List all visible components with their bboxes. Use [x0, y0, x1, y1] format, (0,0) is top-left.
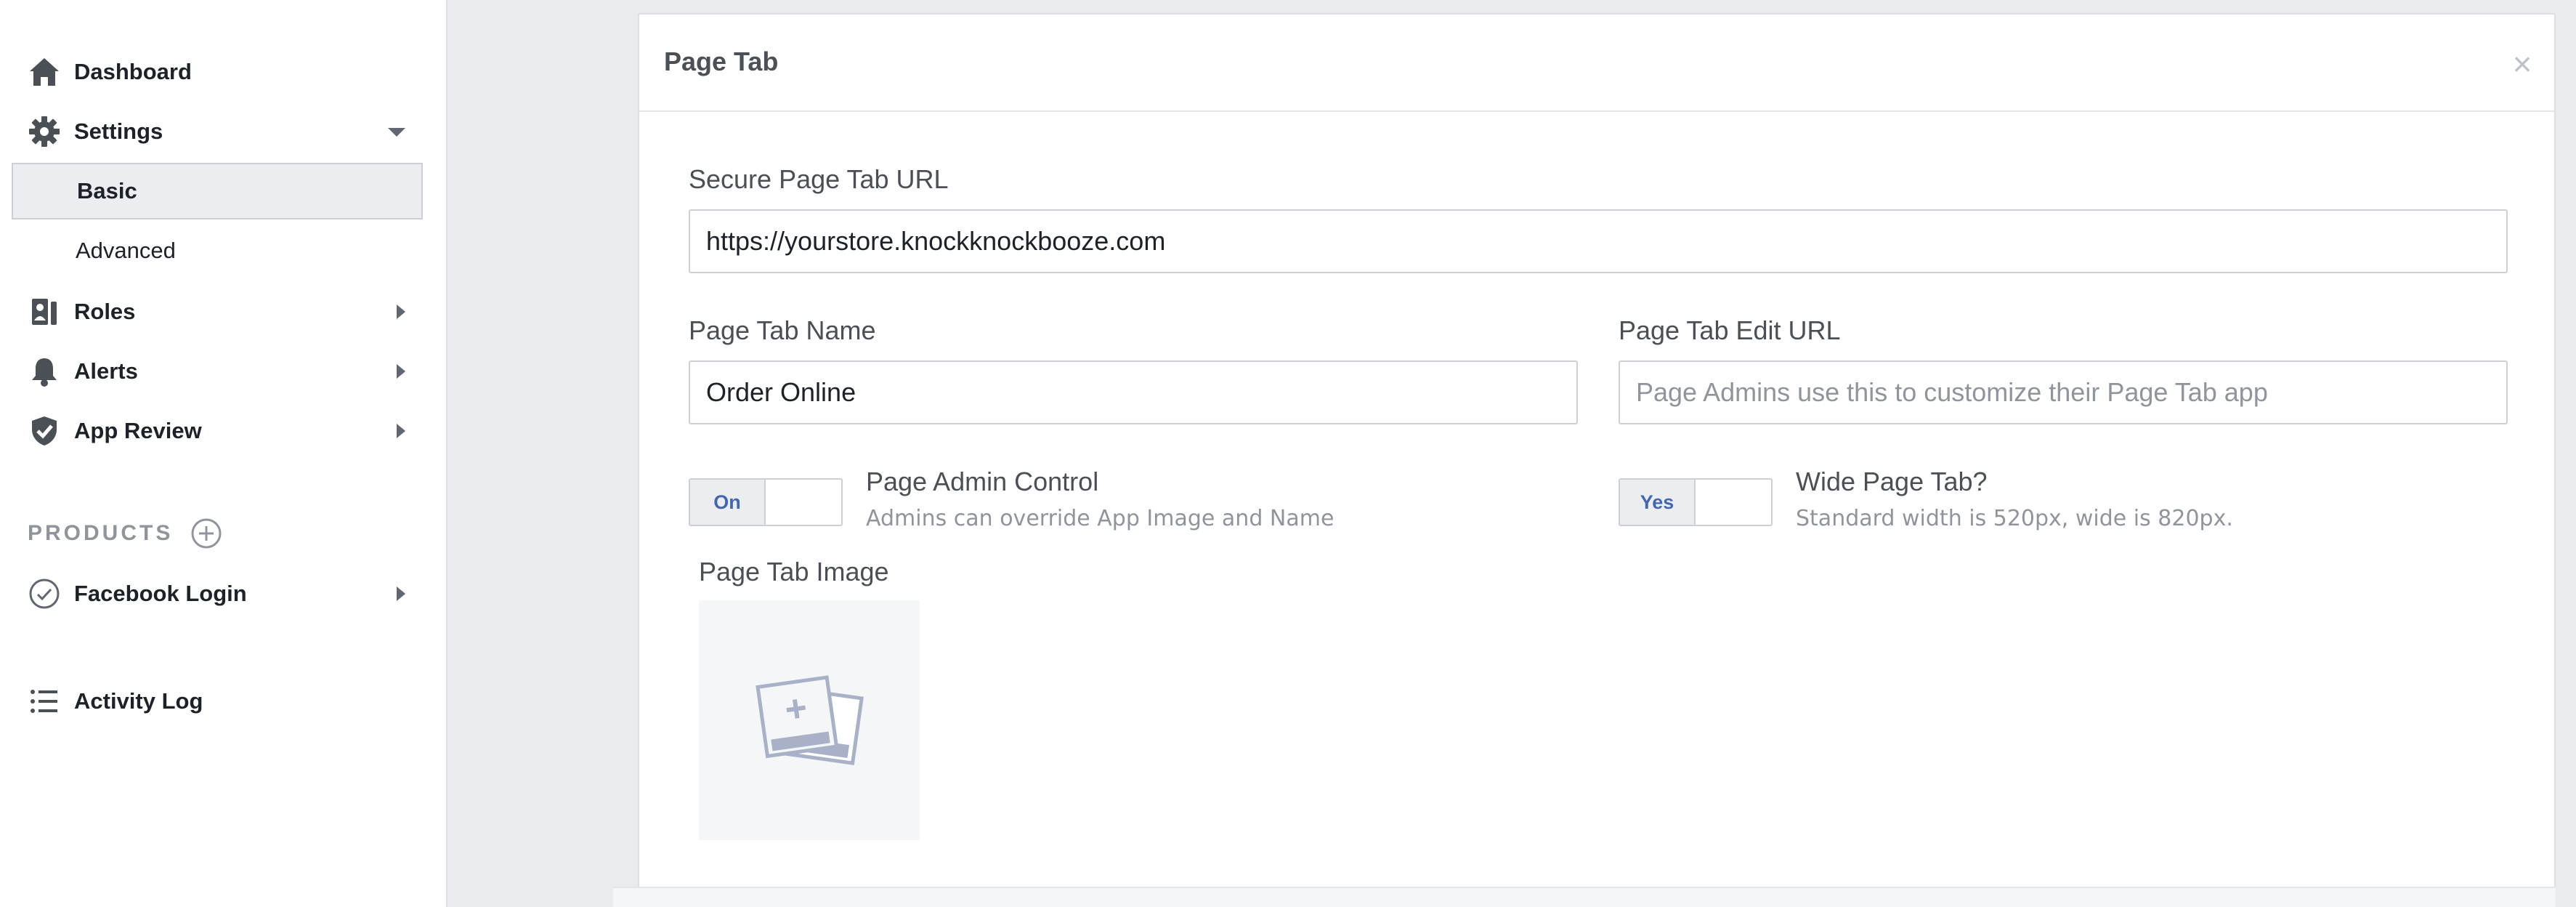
products-header: PRODUCTS [28, 513, 222, 554]
add-image-icon [755, 672, 864, 770]
toggle-state-label: Yes [1620, 480, 1696, 525]
products-label: PRODUCTS [28, 521, 174, 545]
toggle-state-label: On [690, 480, 766, 525]
sidebar-subitem-label: Advanced [76, 238, 176, 263]
sidebar-subitem-advanced[interactable]: Advanced [12, 222, 423, 279]
sidebar-item-app-review[interactable]: App Review [12, 403, 423, 459]
secure-url-input[interactable] [689, 209, 2508, 273]
wide-tab-description: Standard width is 520px, wide is 820px. [1796, 506, 2233, 531]
check-circle-icon [25, 574, 64, 613]
sidebar-subitem-basic[interactable]: Basic [12, 163, 423, 219]
edit-url-label: Page Tab Edit URL [1619, 315, 1841, 345]
sidebar-item-label: Activity Log [74, 688, 203, 714]
add-product-icon[interactable] [190, 517, 222, 549]
admin-control-title: Page Admin Control [866, 467, 1099, 496]
wide-tab-title: Wide Page Tab? [1796, 467, 1988, 496]
toggle-off-area [1696, 480, 1771, 525]
edit-url-input[interactable] [1619, 360, 2508, 424]
chevron-right-icon [397, 364, 405, 379]
sidebar-item-label: Settings [74, 118, 163, 144]
sidebar-item-label: Alerts [74, 358, 138, 384]
home-icon [25, 52, 64, 92]
sidebar-item-facebook-login[interactable]: Facebook Login [12, 565, 423, 622]
roles-icon [25, 292, 64, 331]
close-icon[interactable]: × [2508, 47, 2537, 81]
sidebar-item-alerts[interactable]: Alerts [12, 343, 423, 400]
wide-tab-toggle[interactable]: Yes [1619, 478, 1773, 526]
sidebar-item-settings[interactable]: Settings [12, 103, 423, 160]
sidebar-item-label: Dashboard [74, 59, 192, 84]
sidebar-item-roles[interactable]: Roles [12, 283, 423, 340]
chevron-right-icon [397, 305, 405, 319]
chevron-right-icon [397, 424, 405, 438]
toggle-off-area [766, 480, 841, 525]
dialog-title: Page Tab [664, 47, 779, 76]
sidebar-item-dashboard[interactable]: Dashboard [12, 44, 423, 100]
sidebar-item-label: Facebook Login [74, 581, 247, 606]
gear-icon [25, 112, 64, 151]
dialog-header: Page Tab × [639, 15, 2554, 112]
secure-url-label: Secure Page Tab URL [689, 164, 949, 194]
chevron-right-icon [397, 586, 405, 601]
sidebar-subitem-label: Basic [77, 178, 137, 203]
sidebar: Dashboard Settings Basic Advanced Roles … [0, 0, 447, 907]
page-tab-dialog: Page Tab × Secure Page Tab URL Page Tab … [638, 13, 2556, 907]
list-icon [25, 682, 64, 721]
tab-image-label: Page Tab Image [699, 557, 889, 586]
shield-check-icon [25, 411, 64, 451]
sidebar-item-label: Roles [74, 299, 136, 324]
dialog-footer [613, 887, 2556, 907]
sidebar-item-activity-log[interactable]: Activity Log [12, 673, 423, 730]
bell-icon [25, 352, 64, 391]
admin-control-description: Admins can override App Image and Name [866, 506, 1334, 531]
chevron-down-icon [388, 128, 405, 137]
sidebar-item-label: App Review [74, 418, 202, 443]
tab-image-upload[interactable] [699, 600, 920, 840]
admin-control-toggle[interactable]: On [689, 478, 843, 526]
tab-name-label: Page Tab Name [689, 315, 876, 345]
tab-name-input[interactable] [689, 360, 1578, 424]
